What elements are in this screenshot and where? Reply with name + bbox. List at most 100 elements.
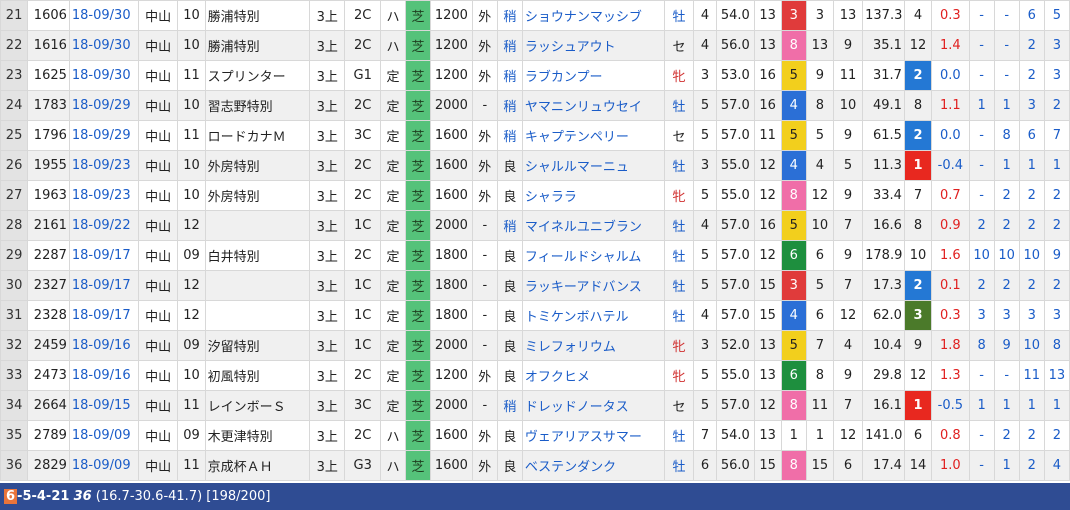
field-size: 13 — [753, 360, 782, 391]
race-name: 白井特別 — [204, 240, 310, 271]
field-size: 15 — [753, 450, 782, 481]
track: 中山 — [137, 30, 179, 61]
row-index: 33 — [0, 360, 29, 391]
surface: 芝 — [404, 150, 432, 181]
race-date-link[interactable]: 18-09/15 — [68, 390, 139, 421]
horse-name-link[interactable]: ショウナンマッシブ — [521, 0, 665, 31]
carried-weight: 56.0 — [716, 30, 755, 61]
surface: 芝 — [404, 180, 432, 211]
horse-name-link[interactable]: ラブカンプー — [521, 60, 665, 91]
carried-weight: 57.0 — [716, 210, 755, 241]
corner-1: - — [968, 30, 995, 61]
race-date-link[interactable]: 18-09/16 — [68, 360, 139, 391]
surface: 芝 — [404, 450, 432, 481]
corner-4: 1 — [1043, 150, 1070, 181]
row-index: 27 — [0, 180, 29, 211]
age-condition: 3上 — [308, 0, 346, 31]
horse-name-link[interactable]: フィールドシャルム — [521, 240, 665, 271]
race-date-link[interactable]: 18-09/17 — [68, 270, 139, 301]
corner-4: 5 — [1043, 0, 1070, 31]
corner-3: 10 — [1018, 330, 1045, 361]
race-class: 1C — [344, 300, 381, 331]
horse-name-link[interactable]: ヴェアリアスサマー — [521, 420, 665, 451]
surface: 芝 — [404, 240, 432, 271]
time-diff: 0.1 — [931, 270, 970, 301]
track-condition: 稍 — [496, 210, 523, 241]
corner-3: 11 — [1018, 360, 1045, 391]
handicap-type: 定 — [379, 390, 406, 421]
race-id: 2287 — [27, 240, 70, 271]
corner-2: 3 — [993, 300, 1020, 331]
track: 中山 — [137, 90, 179, 121]
table-row: 33 2473 18-09/16 中山 10 初風特別 3上 2C 定芝 1200 外良オフクヒメ牝… — [0, 360, 1070, 391]
horse-age: 5 — [693, 180, 718, 211]
corner-4: 8 — [1043, 330, 1070, 361]
track: 中山 — [137, 150, 179, 181]
time-diff: 0.9 — [931, 210, 970, 241]
horse-name-link[interactable]: マイネルユニブラン — [521, 210, 665, 241]
age-condition: 3上 — [308, 120, 346, 151]
odds: 16.6 — [862, 210, 905, 241]
race-date-link[interactable]: 18-09/22 — [68, 210, 139, 241]
race-date-link[interactable]: 18-09/30 — [68, 30, 139, 61]
time-diff: 0.0 — [931, 120, 970, 151]
race-date-link[interactable]: 18-09/17 — [68, 300, 139, 331]
age-condition: 3上 — [308, 60, 346, 91]
race-date-link[interactable]: 18-09/23 — [68, 180, 139, 211]
horse-name-link[interactable]: ラッキーアドバンス — [521, 270, 665, 301]
track-condition: 良 — [496, 300, 523, 331]
popularity: 6 — [832, 450, 864, 481]
gate-number: 8 — [780, 180, 807, 211]
corner-3: 1 — [1018, 390, 1045, 421]
race-id: 2459 — [27, 330, 70, 361]
race-date-link[interactable]: 18-09/30 — [68, 0, 139, 31]
odds: 17.3 — [862, 270, 905, 301]
horse-name-link[interactable]: シャルルマーニュ — [521, 150, 665, 181]
popularity: 7 — [832, 270, 864, 301]
race-date-link[interactable]: 18-09/17 — [68, 240, 139, 271]
field-size: 11 — [753, 120, 782, 151]
corner-3: 2 — [1018, 450, 1045, 481]
odds: 11.3 — [862, 150, 905, 181]
race-date-link[interactable]: 18-09/16 — [68, 330, 139, 361]
horse-name-link[interactable]: ラッシュアウト — [521, 30, 665, 61]
horse-age: 7 — [693, 420, 718, 451]
race-date-link[interactable]: 18-09/30 — [68, 60, 139, 91]
race-date-link[interactable]: 18-09/09 — [68, 420, 139, 451]
track-condition: 稍 — [496, 90, 523, 121]
track-condition: 稍 — [496, 60, 523, 91]
gate-number: 5 — [780, 210, 807, 241]
gate-number: 5 — [780, 60, 807, 91]
horse-name-link[interactable]: オフクヒメ — [521, 360, 665, 391]
horse-name-link[interactable]: ベステンダンク — [521, 450, 665, 481]
field-size: 13 — [753, 330, 782, 361]
summary-bar: 6 -5-4-21 36 (16.7-30.6-41.7) [198/200] — [0, 483, 1070, 510]
race-class: 2C — [344, 420, 381, 451]
course: 外 — [471, 150, 498, 181]
race-date-link[interactable]: 18-09/23 — [68, 150, 139, 181]
race-date-link[interactable]: 18-09/29 — [68, 90, 139, 121]
handicap-type: 定 — [379, 60, 406, 91]
odds: 62.0 — [862, 300, 905, 331]
finish-rank: 9 — [903, 330, 933, 361]
race-class: 1C — [344, 270, 381, 301]
race-date-link[interactable]: 18-09/09 — [68, 450, 139, 481]
popularity: 11 — [832, 60, 864, 91]
race-number: 12 — [177, 270, 206, 301]
horse-name-link[interactable]: ヤマニンリュウセイ — [521, 90, 665, 121]
race-number: 10 — [177, 180, 206, 211]
handicap-type: 定 — [379, 210, 406, 241]
horse-name-link[interactable]: キャプテンペリー — [521, 120, 665, 151]
horse-age: 5 — [693, 360, 718, 391]
race-date-link[interactable]: 18-09/29 — [68, 120, 139, 151]
popularity: 12 — [832, 420, 864, 451]
horse-name-link[interactable]: ドレッドノータス — [521, 390, 665, 421]
corner-4: 7 — [1043, 120, 1070, 151]
horse-age: 3 — [693, 330, 718, 361]
carried-weight: 56.0 — [716, 450, 755, 481]
horse-sex: 牡 — [663, 300, 695, 331]
surface: 芝 — [404, 210, 432, 241]
horse-name-link[interactable]: トミケンボハテル — [521, 300, 665, 331]
horse-name-link[interactable]: シャララ — [521, 180, 665, 211]
horse-name-link[interactable]: ミレフォリウム — [521, 330, 665, 361]
